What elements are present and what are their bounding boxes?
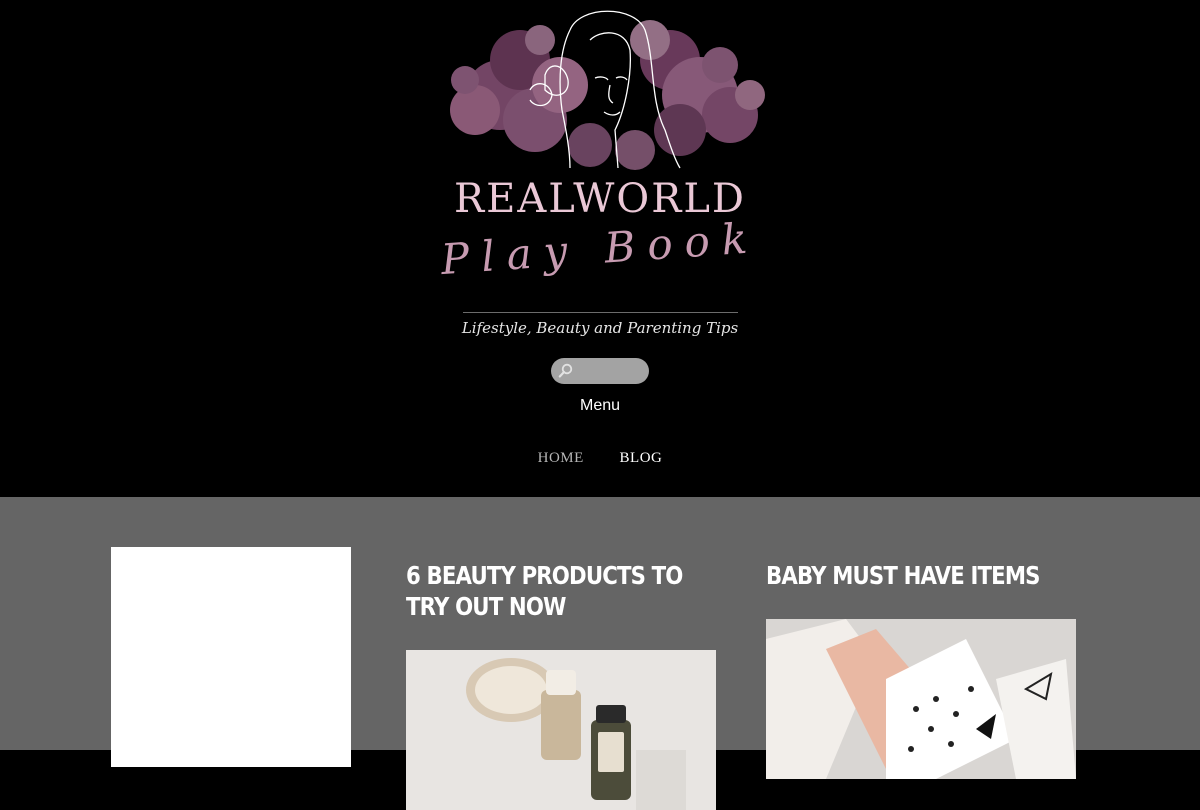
- sidebar-widget: [111, 547, 351, 767]
- post-thumbnail[interactable]: [766, 619, 1076, 779]
- header-divider: [463, 312, 738, 313]
- site-logo[interactable]: REALWORLD Play Book: [420, 0, 780, 300]
- menu-toggle-button[interactable]: Menu: [500, 397, 700, 415]
- main-content: 6 BEAUTY PRODUCTS TO TRY OUT NOW BABY MU…: [0, 497, 1200, 810]
- nav-item-blog[interactable]: BLOG: [620, 450, 663, 467]
- site-header: REALWORLD Play Book Lifestyle, Beauty an…: [0, 0, 1200, 497]
- brand-script: Play Book: [439, 212, 761, 285]
- search-input[interactable]: [577, 361, 643, 381]
- post-title[interactable]: 6 BEAUTY PRODUCTS TO TRY OUT NOW: [406, 560, 712, 622]
- post-thumbnail[interactable]: [406, 650, 716, 810]
- search-icon[interactable]: [558, 363, 574, 379]
- search-box[interactable]: [551, 358, 649, 384]
- site-tagline: Lifestyle, Beauty and Parenting Tips: [461, 319, 739, 337]
- post-card[interactable]: 6 BEAUTY PRODUCTS TO TRY OUT NOW: [406, 560, 716, 810]
- post-card[interactable]: BABY MUST HAVE ITEMS: [766, 560, 1076, 779]
- main-nav: HOME BLOG: [0, 450, 1200, 467]
- post-title[interactable]: BABY MUST HAVE ITEMS: [766, 560, 1072, 591]
- flower-face-logo-art: [450, 10, 765, 170]
- nav-item-home[interactable]: HOME: [538, 450, 584, 467]
